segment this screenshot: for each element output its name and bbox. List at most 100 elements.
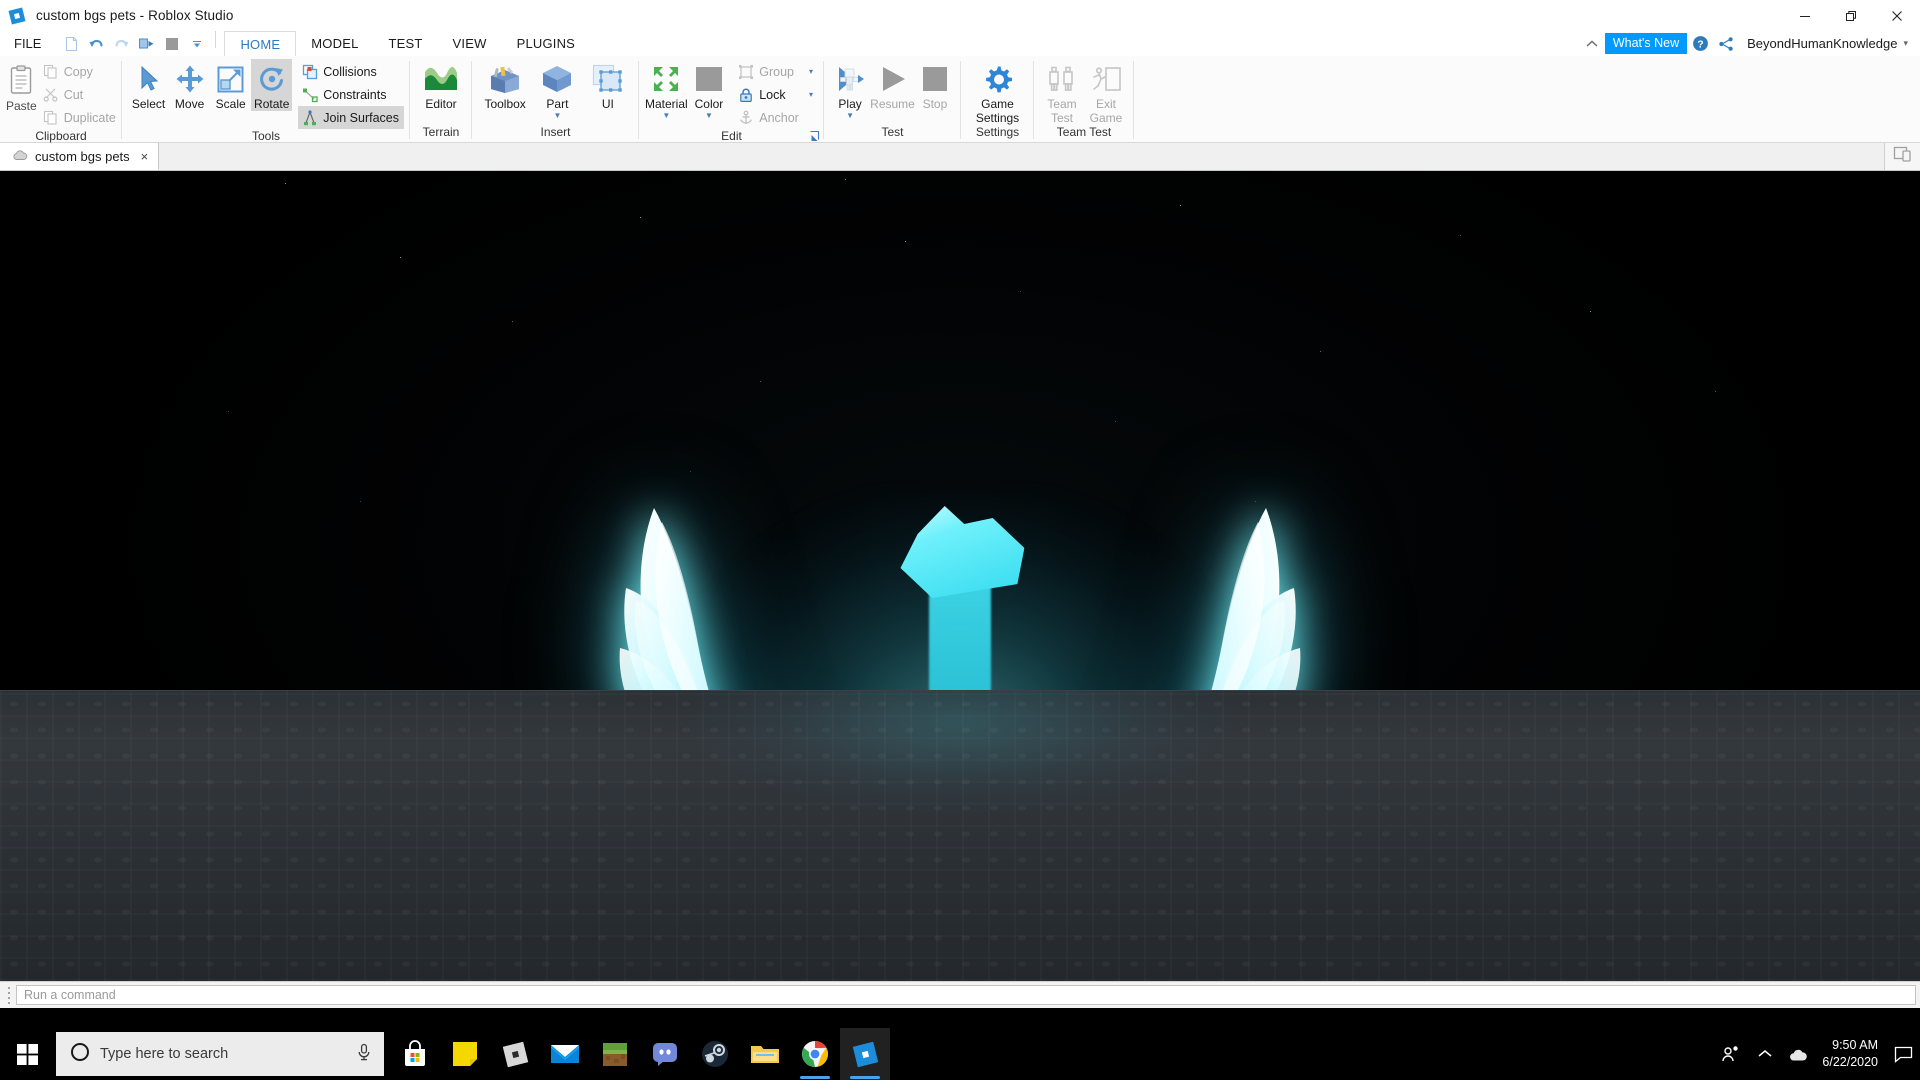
show-hidden-icons-icon[interactable] — [1748, 1028, 1782, 1080]
lock-caret-icon[interactable]: ▾ — [799, 90, 813, 99]
anchor-icon — [737, 109, 754, 126]
scale-tool-button[interactable]: Scale — [210, 59, 251, 111]
doc-tab-custom-bgs-pets[interactable]: custom bgs pets × — [0, 143, 160, 170]
action-center-icon[interactable] — [1890, 1028, 1916, 1080]
copy-button[interactable]: Copy — [39, 60, 121, 83]
toolbox-label: Toolbox — [484, 97, 526, 111]
group-caret-icon[interactable]: ▾ — [799, 67, 813, 76]
tab-plugins[interactable]: PLUGINS — [502, 31, 590, 56]
color-dropdown-caret-icon[interactable]: ▼ — [705, 112, 713, 120]
part-cube-icon — [541, 61, 573, 97]
taskbar-app-discord[interactable] — [640, 1028, 690, 1080]
game-settings-button[interactable]: Game Settings — [967, 59, 1028, 125]
terrain-editor-icon — [424, 61, 458, 97]
move-tool-button[interactable]: Move — [169, 59, 210, 111]
material-button[interactable]: Material ▼ — [645, 59, 688, 120]
new-file-icon[interactable] — [61, 33, 82, 54]
undo-icon[interactable] — [86, 33, 107, 54]
share-icon[interactable] — [1713, 36, 1739, 52]
people-icon[interactable] — [1714, 1028, 1748, 1080]
copy-icon — [42, 63, 59, 80]
taskbar-app-microsoft-store[interactable] — [390, 1028, 440, 1080]
taskbar-app-roblox-studio[interactable] — [840, 1028, 890, 1080]
close-button[interactable] — [1874, 0, 1920, 31]
game-settings-label-line2: Settings — [975, 111, 1020, 125]
doc-tab-close-icon[interactable]: × — [137, 149, 149, 164]
paste-button[interactable]: Paste — [6, 59, 37, 113]
stop-button[interactable]: Stop — [915, 59, 955, 111]
material-arrows-icon — [650, 61, 682, 97]
taskbar-app-file-explorer[interactable] — [740, 1028, 790, 1080]
part-dropdown-caret-icon[interactable]: ▼ — [553, 112, 561, 120]
anchor-button[interactable]: Anchor — [734, 106, 818, 129]
clock-time: 9:50 AM — [1832, 1038, 1878, 1052]
rotate-tool-button[interactable]: Rotate — [251, 59, 293, 111]
help-question-icon[interactable]: ? — [1687, 35, 1713, 52]
play-label: Play — [838, 97, 862, 111]
color-button[interactable]: Color ▼ — [688, 59, 731, 120]
3d-viewport[interactable] — [0, 171, 1920, 981]
ui-button[interactable]: UI — [583, 59, 633, 111]
customize-caret-icon[interactable] — [186, 33, 207, 54]
taskbar-app-sticky-notes[interactable] — [440, 1028, 490, 1080]
group-label-tools: Tools — [251, 129, 280, 143]
constraints-label: Constraints — [323, 87, 387, 102]
select-tool-button[interactable]: Select — [128, 59, 169, 111]
team-test-button[interactable]: Team Test — [1040, 59, 1084, 125]
account-name[interactable]: BeyondHumanKnowledge — [1739, 36, 1903, 51]
ribbon-group-edit: Material ▼ Color ▼ Group ▾ Lock ▾ Anchor… — [639, 56, 824, 143]
toolbox-button[interactable]: Toolbox — [478, 59, 532, 111]
resume-triangle-icon — [877, 61, 909, 97]
collisions-toggle[interactable]: Collisions — [298, 60, 404, 83]
team-test-label-line1: Team — [1047, 97, 1077, 111]
file-menu-button[interactable]: FILE — [0, 31, 55, 56]
part-button[interactable]: Part ▼ — [532, 59, 582, 120]
whats-new-button[interactable]: What's New — [1604, 33, 1688, 54]
home-chevron-icon[interactable] — [1579, 38, 1605, 50]
redo-icon[interactable] — [111, 33, 132, 54]
material-label: Material — [645, 97, 688, 111]
ribbon-group-terrain: Editor Terrain — [410, 56, 472, 142]
minimize-button[interactable] — [1782, 0, 1828, 31]
search-input[interactable]: Type here to search — [56, 1032, 384, 1076]
tab-view[interactable]: VIEW — [438, 31, 502, 56]
device-emulator-button[interactable] — [1884, 143, 1920, 170]
publish-icon[interactable] — [136, 33, 157, 54]
window-title: custom bgs pets - Roblox Studio — [36, 8, 234, 23]
duplicate-button[interactable]: Duplicate — [39, 106, 121, 129]
maximize-button[interactable] — [1828, 0, 1874, 31]
stop-square-icon[interactable] — [161, 33, 182, 54]
exit-game-button[interactable]: Exit Game — [1084, 59, 1128, 125]
taskbar-app-roblox-player[interactable] — [490, 1028, 540, 1080]
ribbon-group-settings: Game Settings Settings — [961, 56, 1034, 142]
cut-button[interactable]: Cut — [39, 83, 121, 106]
drag-handle-icon[interactable] — [0, 986, 14, 1004]
tab-model[interactable]: MODEL — [296, 31, 373, 56]
taskbar-app-steam[interactable] — [690, 1028, 740, 1080]
constraints-toggle[interactable]: Constraints — [298, 83, 404, 106]
resume-button[interactable]: Resume — [870, 59, 915, 111]
taskbar-app-minecraft[interactable] — [590, 1028, 640, 1080]
edit-dialog-launcher-icon[interactable] — [810, 129, 821, 141]
baseplate-ground[interactable] — [0, 690, 1920, 981]
group-button[interactable]: Group ▾ — [734, 60, 818, 83]
account-caret-icon[interactable]: ▾ — [1903, 38, 1912, 49]
play-dropdown-caret-icon[interactable]: ▼ — [846, 112, 854, 120]
lock-button[interactable]: Lock ▾ — [734, 83, 818, 106]
color-label: Color — [694, 97, 724, 111]
play-button[interactable]: Play ▼ — [830, 59, 870, 120]
join-surfaces-toggle[interactable]: Join Surfaces — [298, 106, 404, 129]
taskbar-clock[interactable]: 9:50 AM 6/22/2020 — [1816, 1028, 1890, 1080]
material-dropdown-caret-icon[interactable]: ▼ — [662, 112, 670, 120]
microphone-icon[interactable] — [356, 1043, 372, 1066]
command-bar: Run a command — [0, 981, 1920, 1008]
tab-test[interactable]: TEST — [374, 31, 438, 56]
windows-start-icon[interactable] — [0, 1028, 56, 1080]
onedrive-cloud-icon[interactable] — [1782, 1028, 1816, 1080]
copy-label: Copy — [63, 64, 93, 79]
taskbar-app-google-chrome[interactable] — [790, 1028, 840, 1080]
terrain-editor-button[interactable]: Editor — [416, 59, 466, 111]
command-input[interactable]: Run a command — [16, 985, 1916, 1005]
taskbar-app-mail[interactable] — [540, 1028, 590, 1080]
tab-home[interactable]: HOME — [224, 31, 297, 56]
